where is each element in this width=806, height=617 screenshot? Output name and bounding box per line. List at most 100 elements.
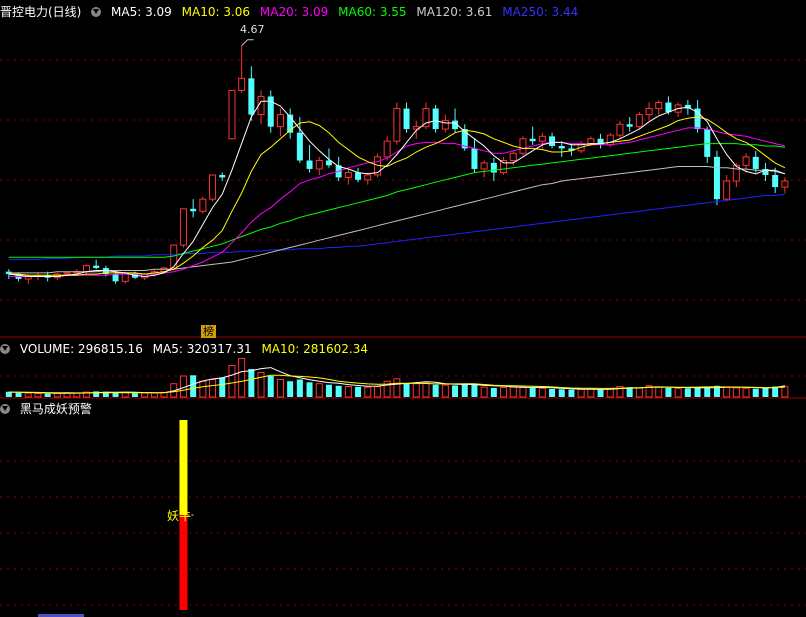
ma10-label: MA10: 3.06 — [181, 5, 251, 19]
volume-bar — [422, 381, 430, 398]
candle-body — [480, 162, 488, 170]
candle-body — [209, 174, 217, 200]
volume-bar — [694, 387, 701, 397]
volume-bar — [344, 386, 352, 398]
candle-body — [248, 78, 255, 115]
peak-leader-line — [241, 39, 254, 47]
candle-body — [82, 265, 90, 273]
candle-body — [432, 108, 439, 130]
volume-bar — [490, 387, 497, 397]
candle-body — [315, 160, 323, 170]
volume-bar — [335, 385, 342, 397]
volume-bar — [655, 386, 663, 398]
candle-body — [471, 148, 478, 169]
volume-bar — [131, 393, 138, 397]
volume-bar — [373, 386, 381, 398]
candle-body — [179, 208, 187, 246]
ma60-label: MA60: 3.55 — [338, 5, 407, 19]
volume-bar — [665, 387, 672, 397]
candle-body — [626, 124, 633, 127]
volume-bar — [403, 383, 410, 397]
volume-bar — [480, 386, 488, 398]
candle-body — [538, 135, 546, 142]
candle-body — [781, 180, 789, 188]
volume-bar — [674, 388, 682, 398]
volume-value: VOLUME: 296815.16 — [19, 342, 143, 356]
candle-body — [199, 198, 207, 212]
candle-body — [752, 156, 759, 169]
volume-bar — [112, 392, 119, 397]
indicator-menu-icon[interactable] — [91, 7, 102, 17]
candle-body — [529, 138, 536, 142]
volume-bar — [519, 386, 527, 398]
volume-bar — [509, 386, 517, 398]
volume-bar — [452, 385, 459, 397]
volume-bar — [742, 387, 750, 398]
volume-bar — [325, 384, 332, 397]
ma5-label: MA5: 3.09 — [111, 5, 172, 19]
candle-body — [93, 265, 100, 269]
signal-bar-yellow — [179, 420, 188, 515]
volume-bar — [364, 386, 372, 398]
candle-body — [355, 172, 362, 180]
volume-bar — [296, 379, 303, 397]
candle-body — [713, 156, 720, 200]
ma20-line — [8, 127, 786, 277]
candle-body — [742, 156, 750, 166]
candle-body — [665, 102, 672, 113]
volume-bar — [577, 388, 585, 398]
chart-canvas — [0, 39, 806, 617]
volume-bar — [306, 382, 313, 397]
candle-body — [393, 108, 401, 142]
volume-bar — [355, 386, 362, 397]
candle-body — [655, 102, 663, 110]
candle-body — [723, 180, 731, 200]
volume-bar — [276, 379, 284, 398]
volume-bar — [238, 358, 246, 398]
volume-bar — [441, 384, 449, 398]
volume-menu-icon[interactable] — [0, 344, 10, 354]
candle-body — [238, 77, 246, 91]
volume-bar — [287, 381, 294, 397]
volume-bar — [150, 392, 158, 398]
signal-menu-icon[interactable] — [0, 404, 10, 414]
candle-body — [549, 136, 556, 146]
candle-body — [228, 89, 236, 140]
volume-bar — [44, 393, 51, 397]
candle-body — [635, 114, 643, 128]
candle-body — [63, 272, 71, 275]
volume-ma5: MA5: 320317.31 — [152, 342, 252, 356]
candle-body — [490, 162, 497, 173]
volume-bar — [199, 380, 207, 398]
volume-bar — [587, 388, 595, 398]
candle-body — [190, 208, 197, 212]
ma20-label: MA20: 3.09 — [259, 5, 329, 19]
stock-title: 晋控电力(日线) — [0, 5, 82, 19]
candle-body — [296, 132, 303, 161]
candle-body — [519, 138, 527, 154]
volume-bar — [393, 378, 401, 398]
candle-body — [616, 123, 624, 136]
volume-bar — [412, 383, 420, 398]
ma250-label: MA250: 3.44 — [502, 5, 579, 19]
signal-panel-header: 黑马成妖预警 — [0, 401, 98, 417]
volume-bar — [219, 377, 226, 397]
list-badge[interactable]: 榜 — [201, 325, 216, 338]
candle-body — [645, 108, 653, 116]
candle-body — [403, 108, 410, 130]
volume-bar — [73, 392, 81, 398]
volume-bar — [461, 383, 468, 397]
volume-bar — [228, 365, 236, 398]
volume-bar — [248, 369, 255, 397]
volume-bar — [24, 392, 32, 398]
ma120-label: MA120: 3.61 — [416, 5, 493, 19]
volume-header: VOLUME: 296815.16 MA5: 320317.31 MA10: 2… — [0, 341, 374, 357]
volume-bar — [15, 392, 22, 397]
volume-bar — [209, 379, 217, 398]
volume-bar — [568, 389, 575, 397]
signal-label: 妖牛 — [167, 509, 192, 523]
candle-body — [112, 274, 119, 282]
volume-bar — [190, 375, 197, 397]
candle-body — [364, 174, 372, 181]
volume-bar — [752, 388, 759, 397]
